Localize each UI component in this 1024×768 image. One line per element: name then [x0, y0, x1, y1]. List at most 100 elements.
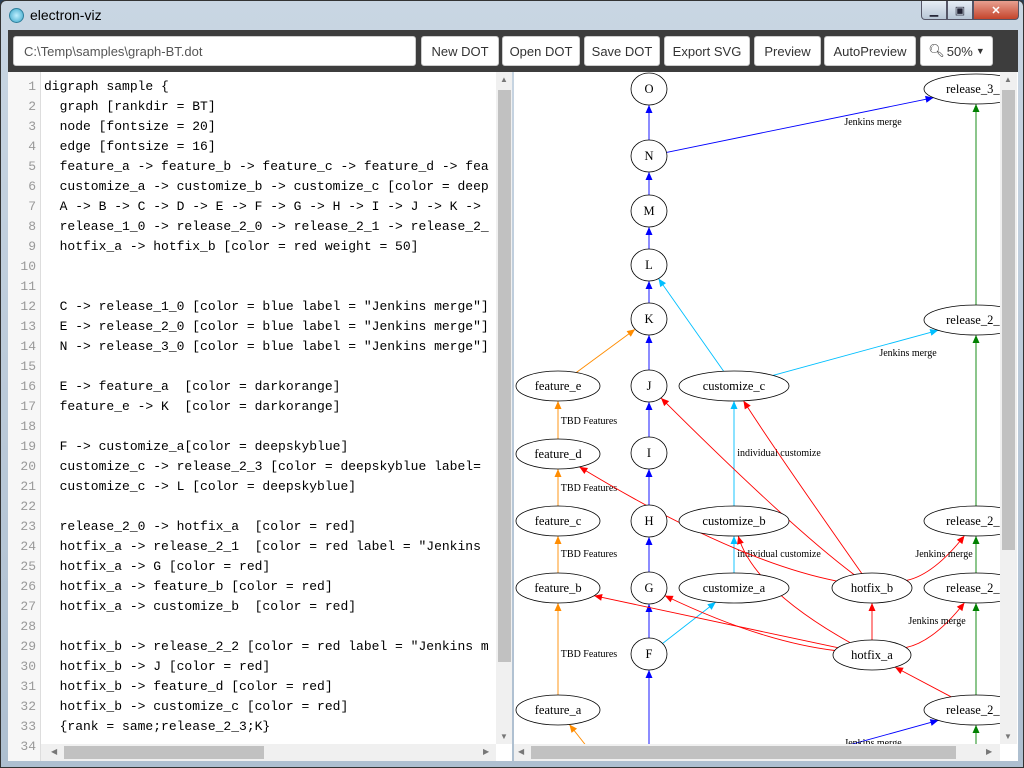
arrowhead — [730, 536, 738, 544]
line-number: 21 — [20, 479, 36, 494]
code-line[interactable]: 19 F -> customize_a[color = deepskyblue] — [8, 437, 498, 457]
preview-horizontal-scrollbar[interactable]: ◀ ▶ — [514, 744, 1000, 761]
code-line[interactable]: 26 hotfix_a -> feature_b [color = red] — [8, 577, 498, 597]
node-label: release_3_0 — [946, 82, 1000, 96]
code-line[interactable]: 28 — [8, 617, 498, 637]
graph-node: O — [630, 72, 668, 106]
code-line[interactable]: 7 A -> B -> C -> D -> E -> F -> G -> H -… — [8, 197, 498, 217]
graph-node: feature_e — [515, 370, 601, 402]
arrowhead — [569, 724, 578, 733]
editor-horizontal-scroll-thumb[interactable] — [64, 746, 264, 759]
graph-edge — [658, 278, 725, 372]
electron-app-icon — [9, 8, 24, 23]
code-line[interactable]: 15 — [8, 357, 498, 377]
code-line[interactable]: 13 E -> release_2_0 [color = blue label … — [8, 317, 498, 337]
code-line[interactable]: 4 edge [fontsize = 16] — [8, 137, 498, 157]
line-text: customize_c -> L [color = deepskyblue] — [44, 479, 357, 494]
code-line[interactable]: 11 — [8, 277, 498, 297]
zoom-dropdown[interactable]: 🔍︎ 50% ▼ — [920, 36, 993, 66]
node-label: M — [643, 204, 654, 218]
line-number: 9 — [28, 239, 36, 254]
editor-horizontal-scrollbar[interactable]: ◀ ▶ — [41, 744, 496, 761]
arrowhead — [737, 535, 744, 545]
line-number: 18 — [20, 419, 36, 434]
code-line[interactable]: 33 {rank = same;release_2_3;K} — [8, 717, 498, 737]
graph-edge — [645, 105, 653, 140]
code-line[interactable]: 14 N -> release_3_0 [color = blue label … — [8, 337, 498, 357]
preview-vertical-scroll-thumb[interactable] — [1002, 90, 1015, 550]
line-text: release_1_0 -> release_2_0 -> release_2_… — [44, 219, 489, 234]
code-line[interactable]: 18 — [8, 417, 498, 437]
file-path-input[interactable]: C:\Temp\samples\graph-BT.dot — [13, 36, 416, 66]
node-label: release_2_1 — [946, 581, 1000, 595]
edge-label: TBD Features — [561, 549, 617, 560]
line-number: 6 — [28, 179, 36, 194]
export-svg-button[interactable]: Export SVG — [664, 36, 750, 66]
preview-vertical-scrollbar[interactable]: ▲ ▼ — [1000, 72, 1017, 744]
graph-edge — [972, 603, 980, 695]
edge-label: TBD Features — [561, 416, 617, 427]
edge-line — [743, 400, 863, 574]
code-line[interactable]: 31 hotfix_b -> feature_d [color = red] — [8, 677, 498, 697]
edge-line — [662, 601, 717, 644]
new-dot-button[interactable]: New DOT — [421, 36, 499, 66]
save-dot-button[interactable]: Save DOT — [584, 36, 660, 66]
code-editor[interactable]: 1 digraph sample {2 graph [rankdir = BT] 3… — [8, 72, 512, 761]
graph-edge — [645, 469, 653, 505]
autopreview-button[interactable]: AutoPreview — [824, 36, 916, 66]
line-text: hotfix_b -> release_2_2 [color = red lab… — [44, 639, 489, 654]
minimize-button[interactable]: ▁ — [921, 1, 947, 20]
code-line[interactable]: 5 feature_a -> feature_b -> feature_c ->… — [8, 157, 498, 177]
code-line[interactable]: 20 customize_c -> release_2_3 [color = d… — [8, 457, 498, 477]
code-line[interactable]: 2 graph [rankdir = BT] — [8, 97, 498, 117]
graph-node: N — [630, 139, 668, 173]
node-label: hotfix_b — [851, 581, 893, 595]
code-line[interactable]: 32 hotfix_b -> customize_c [color = red] — [8, 697, 498, 717]
code-line[interactable]: 21 customize_c -> L [color = deepskyblue… — [8, 477, 498, 497]
maximize-button[interactable]: ▣ — [947, 1, 973, 20]
line-number: 14 — [20, 339, 36, 354]
node-label: feature_d — [534, 447, 582, 461]
line-text: {rank = same;release_2_3;K} — [44, 719, 271, 734]
graph-edge — [972, 536, 980, 573]
graph-node: M — [630, 194, 668, 228]
line-number: 16 — [20, 379, 36, 394]
node-label: feature_c — [535, 514, 582, 528]
graph-edge: individual customize — [730, 401, 821, 506]
code-line[interactable]: 23 release_2_0 -> hotfix_a [color = red] — [8, 517, 498, 537]
code-line[interactable]: 25 hotfix_a -> G [color = red] — [8, 557, 498, 577]
code-line[interactable]: 12 C -> release_1_0 [color = blue label … — [8, 297, 498, 317]
edge-label: Jenkins merge — [844, 117, 902, 128]
code-line[interactable]: 27 hotfix_a -> customize_b [color = red] — [8, 597, 498, 617]
close-button[interactable]: ✕ — [973, 1, 1019, 20]
line-text: customize_a -> customize_b -> customize_… — [44, 179, 489, 194]
edge-line — [569, 724, 599, 761]
code-line[interactable]: 6 customize_a -> customize_b -> customiz… — [8, 177, 498, 197]
graph-edge — [972, 335, 980, 506]
window-title: electron-viz — [30, 7, 102, 23]
code-line[interactable]: 29 hotfix_b -> release_2_2 [color = red … — [8, 637, 498, 657]
code-line[interactable]: 9 hotfix_a -> hotfix_b [color = red weig… — [8, 237, 498, 257]
code-line[interactable]: 1 digraph sample { — [8, 77, 498, 97]
open-dot-button[interactable]: Open DOT — [502, 36, 580, 66]
code-line[interactable]: 22 — [8, 497, 498, 517]
editor-vertical-scroll-thumb[interactable] — [498, 90, 511, 662]
arrowhead — [554, 536, 562, 544]
code-line[interactable]: 24 hotfix_a -> release_2_1 [color = red … — [8, 537, 498, 557]
code-line[interactable]: 8 release_1_0 -> release_2_0 -> release_… — [8, 217, 498, 237]
line-text: hotfix_a -> customize_b [color = red] — [44, 599, 357, 614]
line-text: F -> customize_a[color = deepskyblue] — [44, 439, 349, 454]
graph-node: release_2_1 — [923, 572, 1018, 604]
code-line[interactable]: 30 hotfix_b -> J [color = red] — [8, 657, 498, 677]
node-label: K — [644, 312, 653, 326]
code-line[interactable]: 17 feature_e -> K [color = darkorange] — [8, 397, 498, 417]
code-line[interactable]: 10 — [8, 257, 498, 277]
preview-horizontal-scroll-thumb[interactable] — [531, 746, 956, 759]
line-text: N -> release_3_0 [color = blue label = "… — [44, 339, 489, 354]
editor-vertical-scrollbar[interactable]: ▲ ▼ — [496, 72, 512, 744]
code-line[interactable]: 3 node [fontsize = 20] — [8, 117, 498, 137]
code-line[interactable]: 16 E -> feature_a [color = darkorange] — [8, 377, 498, 397]
line-number: 28 — [20, 619, 36, 634]
preview-button[interactable]: Preview — [754, 36, 821, 66]
edge-label: Jenkins merge — [915, 549, 973, 560]
